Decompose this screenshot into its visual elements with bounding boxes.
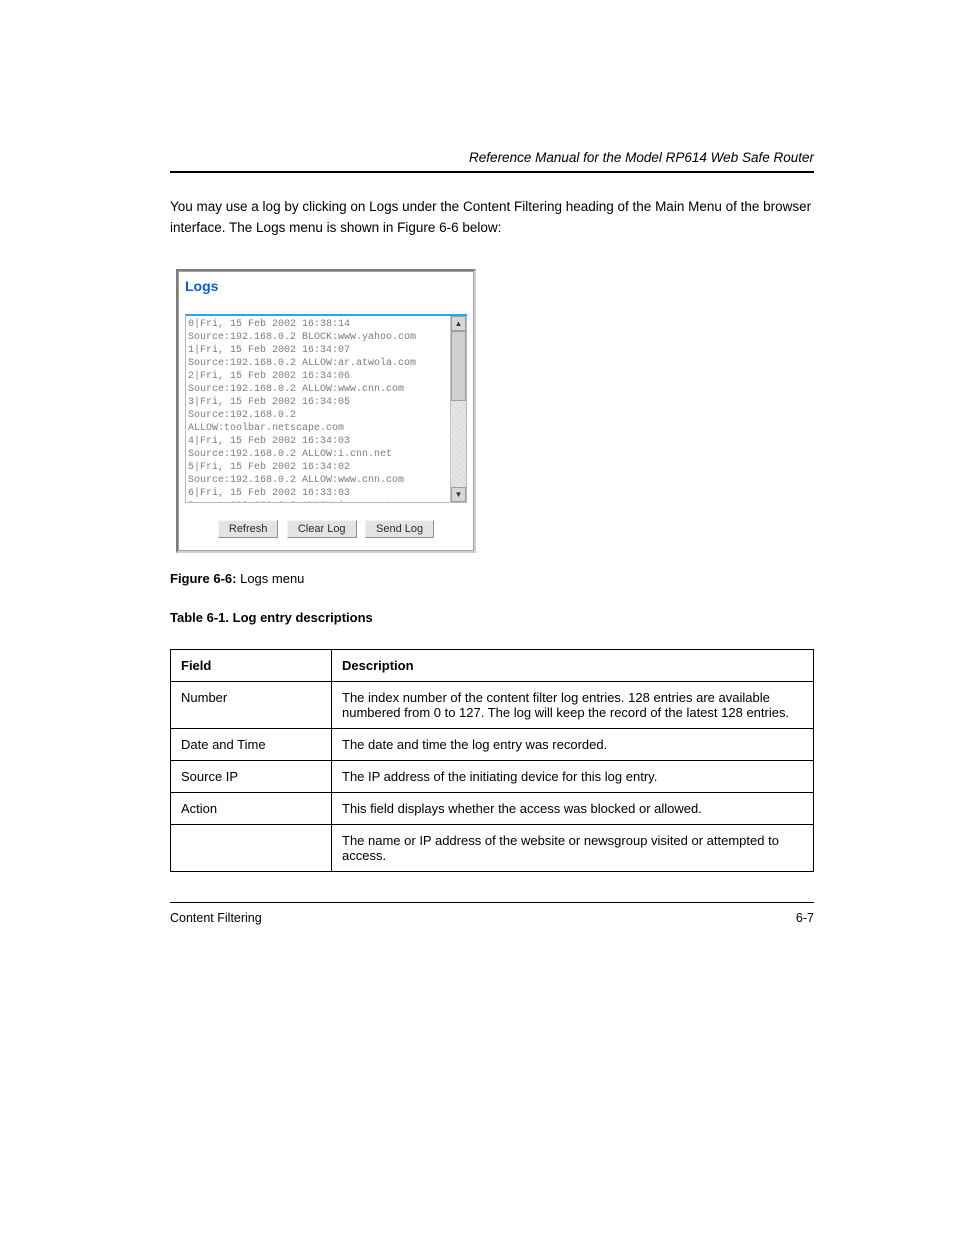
scroll-thumb[interactable] <box>451 331 466 401</box>
footer-right: 6-7 <box>796 911 814 925</box>
table-caption-text: Log entry descriptions <box>233 610 373 625</box>
scroll-track[interactable] <box>451 331 466 487</box>
cell-field <box>171 824 332 871</box>
cell-field: Number <box>171 681 332 728</box>
cell-desc: The IP address of the initiating device … <box>332 760 814 792</box>
th-field: Field <box>171 649 332 681</box>
scroll-down-icon[interactable]: ▼ <box>451 487 466 502</box>
logs-window: Logs 0|Fri, 15 Feb 2002 16:38:14 Source:… <box>176 269 476 553</box>
figure-caption-label: Figure 6-6: <box>170 571 236 586</box>
table-row: Action This field displays whether the a… <box>171 792 814 824</box>
send-log-button[interactable]: Send Log <box>365 520 434 538</box>
th-desc: Description <box>332 649 814 681</box>
figure-caption: Figure 6-6: Logs menu <box>170 571 814 586</box>
table-caption: Table 6-1. Log entry descriptions <box>170 610 814 625</box>
table-row: The name or IP address of the website or… <box>171 824 814 871</box>
scroll-up-icon[interactable]: ▲ <box>451 316 466 331</box>
log-buttons-row: Refresh Clear Log Send Log <box>185 503 467 540</box>
cell-desc: The date and time the log entry was reco… <box>332 728 814 760</box>
page-footer: Content Filtering 6-7 <box>170 911 814 925</box>
footer-left: Content Filtering <box>170 911 262 925</box>
log-text: 0|Fri, 15 Feb 2002 16:38:14 Source:192.1… <box>186 316 450 502</box>
cell-desc: The name or IP address of the website or… <box>332 824 814 871</box>
cell-field: Action <box>171 792 332 824</box>
table-row: Source IP The IP address of the initiati… <box>171 760 814 792</box>
scrollbar[interactable]: ▲ ▼ <box>450 316 466 502</box>
refresh-button[interactable]: Refresh <box>218 520 279 538</box>
table-row: Date and Time The date and time the log … <box>171 728 814 760</box>
clear-log-button[interactable]: Clear Log <box>287 520 357 538</box>
figure-caption-text: Logs menu <box>240 571 304 586</box>
log-entry-table: Field Description Number The index numbe… <box>170 649 814 872</box>
table-caption-label: Table 6-1. <box>170 610 229 625</box>
running-head: Reference Manual for the Model RP614 Web… <box>170 150 814 165</box>
header-rule-bottom <box>170 172 814 173</box>
logs-title: Logs <box>185 278 467 294</box>
cell-field: Source IP <box>171 760 332 792</box>
table-header-row: Field Description <box>171 649 814 681</box>
table-row: Number The index number of the content f… <box>171 681 814 728</box>
cell-field: Date and Time <box>171 728 332 760</box>
intro-paragraph: You may use a log by clicking on Logs un… <box>170 197 814 239</box>
cell-desc: The index number of the content filter l… <box>332 681 814 728</box>
cell-desc: This field displays whether the access w… <box>332 792 814 824</box>
footer-rule <box>170 902 814 903</box>
